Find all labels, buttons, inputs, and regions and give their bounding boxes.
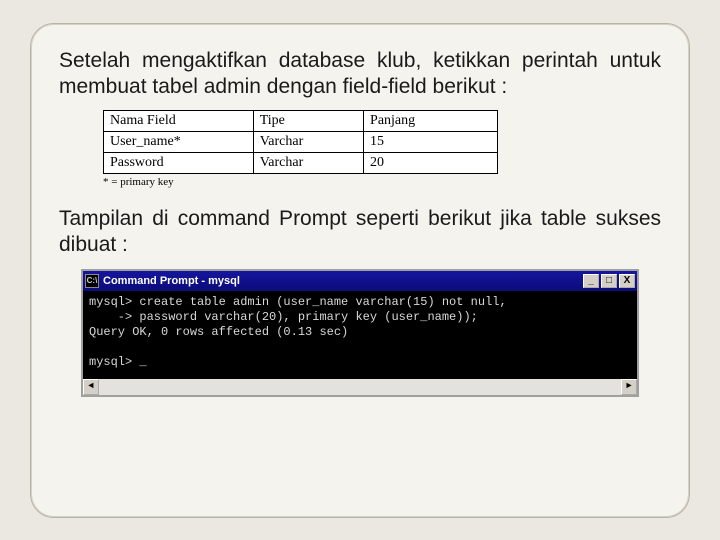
table-row: Password Varchar 20 xyxy=(104,153,498,174)
field-table: Nama Field Tipe Panjang User_name* Varch… xyxy=(103,110,498,174)
table-cell: Varchar xyxy=(253,153,363,174)
scrollbar-horizontal[interactable]: ◄ ► xyxy=(83,379,637,395)
table-header-cell: Panjang xyxy=(364,111,498,132)
paragraph-2: Tampilan di command Prompt seperti berik… xyxy=(59,206,661,259)
close-button[interactable]: X xyxy=(619,274,635,288)
command-prompt-window: C:\ Command Prompt - mysql _ □ X mysql> … xyxy=(81,269,639,397)
table-header-cell: Tipe xyxy=(253,111,363,132)
table-cell: User_name* xyxy=(104,132,254,153)
table-header-cell: Nama Field xyxy=(104,111,254,132)
window-controls: _ □ X xyxy=(583,274,635,288)
table-row: User_name* Varchar 15 xyxy=(104,132,498,153)
scrollbar-track[interactable] xyxy=(99,379,621,395)
table-row: Nama Field Tipe Panjang xyxy=(104,111,498,132)
maximize-button[interactable]: □ xyxy=(601,274,617,288)
table-footnote: * = primary key xyxy=(103,176,498,188)
terminal-output[interactable]: mysql> create table admin (user_name var… xyxy=(83,291,637,379)
cmd-icon-label: C:\ xyxy=(87,276,98,285)
minimize-button[interactable]: _ xyxy=(583,274,599,288)
cmd-icon: C:\ xyxy=(85,274,99,288)
scroll-left-icon[interactable]: ◄ xyxy=(83,379,99,395)
table-cell: 20 xyxy=(364,153,498,174)
slide-card: Setelah mengaktifkan database klub, keti… xyxy=(30,23,690,518)
paragraph-1: Setelah mengaktifkan database klub, keti… xyxy=(59,48,661,101)
table-cell: Varchar xyxy=(253,132,363,153)
scroll-right-icon[interactable]: ► xyxy=(621,379,637,395)
window-titlebar: C:\ Command Prompt - mysql _ □ X xyxy=(83,271,637,291)
table-cell: 15 xyxy=(364,132,498,153)
window-title: Command Prompt - mysql xyxy=(103,275,583,287)
field-table-wrap: Nama Field Tipe Panjang User_name* Varch… xyxy=(103,110,498,188)
table-cell: Password xyxy=(104,153,254,174)
